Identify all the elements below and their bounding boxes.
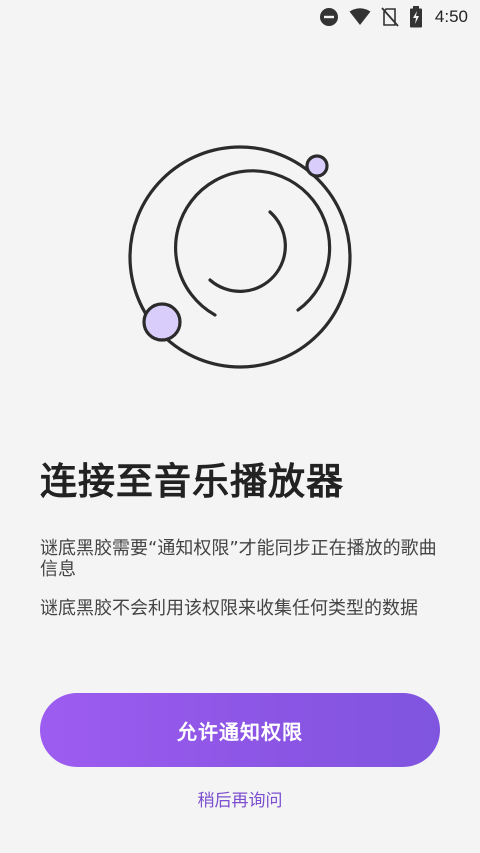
- allow-notification-permission-button[interactable]: 允许通知权限: [40, 693, 440, 767]
- privacy-note: 谜底黑胶不会利用该权限来收集任何类型的数据: [40, 598, 418, 619]
- battery-charging-icon: [409, 6, 423, 28]
- clock: 4:50: [434, 7, 468, 26]
- orbit-illustration: [120, 140, 370, 380]
- permission-screen: 4:50 连接至音乐播放器 谜底黑胶需要“通知权限”才能同步正在播放的歌曲信息 …: [0, 0, 480, 853]
- status-bar: 4:50: [0, 0, 480, 34]
- no-sim-icon: [381, 7, 399, 27]
- orbit-illustration-svg: [128, 145, 352, 369]
- page-title: 连接至音乐播放器: [40, 460, 344, 503]
- ask-later-link[interactable]: 稍后再询问: [0, 786, 480, 811]
- do-not-disturb-icon: [319, 7, 339, 27]
- permission-description: 谜底黑胶需要“通知权限”才能同步正在播放的歌曲信息: [40, 538, 437, 580]
- wifi-icon: [349, 8, 371, 26]
